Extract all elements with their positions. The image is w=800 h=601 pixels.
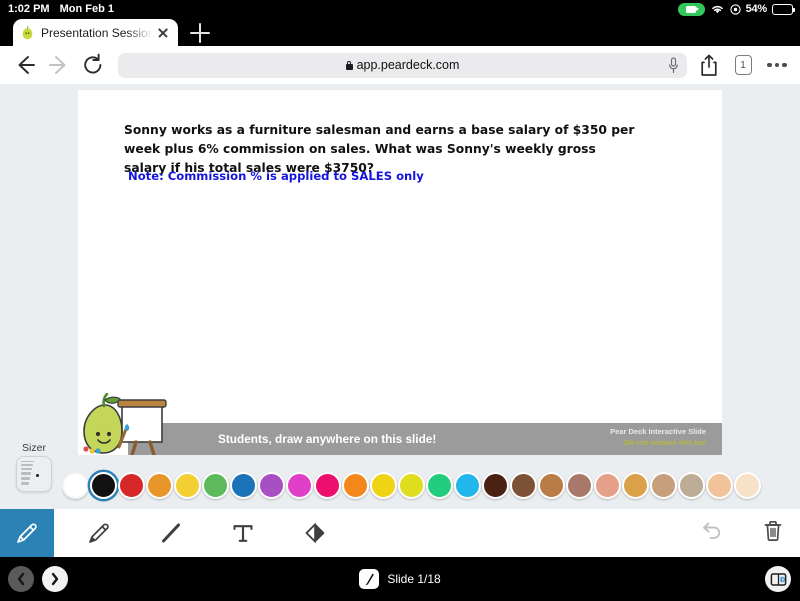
color-swatch[interactable] [566, 471, 593, 499]
battery-icon [772, 3, 796, 15]
color-swatch[interactable] [118, 471, 145, 499]
brush-icon [359, 569, 380, 589]
peardeck-bar-notice: Pear Deck Interactive Slide Do not remov… [610, 426, 706, 448]
color-palette-row: Sizer [0, 442, 800, 509]
color-swatch[interactable] [510, 471, 537, 499]
drawing-toolbar [0, 509, 800, 557]
color-swatch[interactable] [370, 471, 397, 499]
microphone-icon[interactable] [668, 56, 679, 74]
color-swatch[interactable] [650, 471, 677, 499]
color-swatch[interactable] [258, 471, 285, 499]
pear-favicon [21, 25, 34, 40]
browser-tab-strip: Presentation Session Stu [0, 18, 800, 46]
tab-count-button[interactable]: 1 [726, 50, 760, 80]
projector-audio-icon [770, 572, 786, 586]
slide-counter[interactable]: Slide 1/18 [0, 557, 800, 601]
eraser-icon [305, 522, 325, 544]
slide-canvas[interactable]: Sonny works as a furniture salesman and … [78, 90, 722, 457]
battery-percent: 54% [745, 3, 768, 15]
delete-button[interactable] [760, 518, 786, 549]
status-bar-left: 1:02 PM Mon Feb 1 [0, 3, 114, 15]
line-icon [162, 523, 180, 543]
close-icon[interactable] [156, 26, 170, 40]
pencil-outline-icon [89, 523, 109, 543]
ios-status-bar: 1:02 PM Mon Feb 1 54% [0, 0, 800, 18]
color-swatch[interactable] [538, 471, 565, 499]
lock-icon [345, 60, 353, 70]
color-swatch[interactable] [342, 471, 369, 499]
color-swatch-list [62, 466, 800, 504]
slide-note-text: Note: Commission % is applied to SALES o… [128, 169, 424, 183]
color-swatch[interactable] [734, 471, 761, 499]
browser-toolbar: app.peardeck.com 1 [0, 46, 800, 84]
color-swatch[interactable] [594, 471, 621, 499]
status-date: Mon Feb 1 [59, 3, 114, 15]
url-bar[interactable]: app.peardeck.com [118, 52, 687, 78]
peardeck-notice-line2: Do not remove this bar [624, 438, 706, 447]
color-swatch[interactable] [454, 471, 481, 499]
color-swatch[interactable] [482, 471, 509, 499]
text-tool[interactable] [216, 509, 270, 557]
color-swatch[interactable] [230, 471, 257, 499]
status-bar-right: 54% [677, 0, 796, 18]
pencil-icon [17, 523, 37, 543]
undo-button[interactable] [698, 518, 724, 549]
reload-icon[interactable] [76, 48, 110, 82]
peardeck-notice-line1: Pear Deck Interactive Slide [610, 427, 706, 436]
pear-mascot-easel-icon [78, 392, 176, 457]
color-swatch[interactable] [202, 471, 229, 499]
slide-counter-label: Slide 1/18 [387, 572, 441, 586]
tab-count-label: 1 [734, 55, 752, 75]
wifi-icon [711, 5, 723, 14]
camera-icon [686, 5, 700, 13]
more-options-icon[interactable] [760, 50, 794, 80]
sizer-control[interactable]: Sizer [9, 442, 59, 492]
projector-audio-button[interactable] [765, 566, 791, 592]
toolbar-right-actions [698, 509, 786, 557]
color-swatch[interactable] [146, 471, 173, 499]
color-swatch[interactable] [90, 471, 117, 499]
location-icon [729, 3, 741, 15]
browser-tab[interactable]: Presentation Session Stu [13, 19, 178, 46]
color-swatch[interactable] [174, 471, 201, 499]
ipad-screen: 1:02 PM Mon Feb 1 54% Presentation Sessi… [0, 0, 800, 601]
screen-recording-badge [677, 2, 705, 16]
size-gradation-bars [21, 461, 34, 487]
peardeck-prompt: Students, draw anywhere on this slide! [218, 432, 437, 446]
peardeck-interactive-bar: Students, draw anywhere on this slide! P… [128, 423, 722, 455]
undo-icon [703, 522, 721, 539]
color-swatch[interactable] [62, 471, 89, 499]
size-indicator-dot [35, 473, 39, 477]
pen-tool[interactable] [72, 509, 126, 557]
share-icon[interactable] [692, 50, 726, 80]
eraser-tool[interactable] [288, 509, 342, 557]
color-swatch[interactable] [622, 471, 649, 499]
color-swatch[interactable] [426, 471, 453, 499]
back-arrow-icon[interactable] [8, 48, 42, 82]
text-T-icon [233, 525, 253, 542]
color-swatch[interactable] [678, 471, 705, 499]
url-text: app.peardeck.com [356, 58, 460, 72]
page-viewport: Sonny works as a furniture salesman and … [0, 84, 800, 459]
color-swatch[interactable] [314, 471, 341, 499]
color-swatch[interactable] [398, 471, 425, 499]
brush-size-picker[interactable] [16, 456, 52, 492]
color-swatch[interactable] [286, 471, 313, 499]
slide-navigation-bar: Slide 1/18 [0, 557, 800, 601]
line-tool[interactable] [144, 509, 198, 557]
sizer-label: Sizer [22, 442, 46, 454]
forward-arrow-icon [42, 48, 76, 82]
status-time: 1:02 PM [8, 3, 50, 15]
pencil-tool[interactable] [0, 509, 54, 557]
trash-icon [764, 520, 782, 541]
color-swatch[interactable] [706, 471, 733, 499]
plus-icon[interactable] [190, 23, 210, 43]
browser-tab-title: Presentation Session Stu [41, 25, 156, 40]
